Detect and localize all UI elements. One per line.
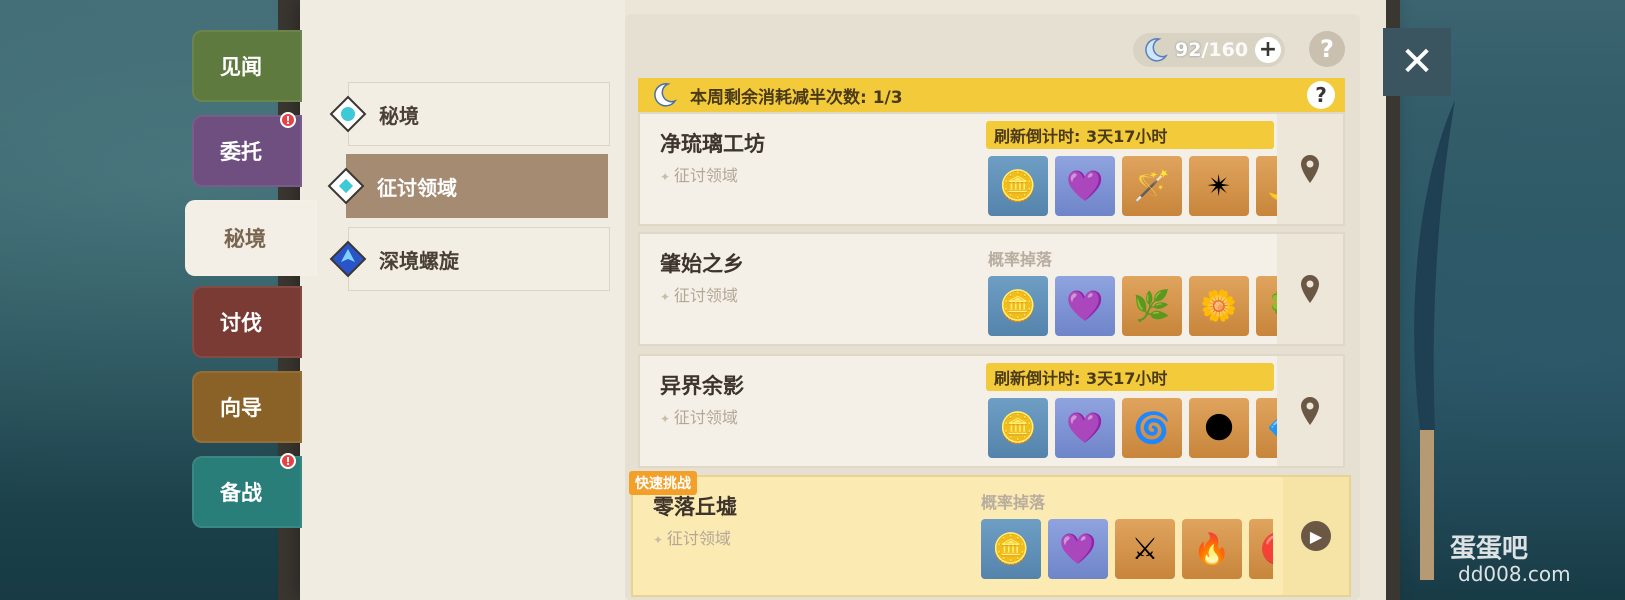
reward-list: 🪙 💜 ⚔ 🔥 🔴	[981, 519, 1273, 581]
companionship-exp-icon: 💜	[1055, 276, 1115, 336]
reward-list: 🪙 💜 🌿 🌼 🍀	[988, 276, 1280, 338]
notification-badge: !	[280, 453, 296, 469]
material-icon: 🌀	[1122, 398, 1182, 458]
location-pin-icon	[1301, 275, 1319, 303]
weekly-discount-banner: 本周剩余消耗减半次数: 1/3 ?	[638, 78, 1345, 112]
material-icon: 🌿	[1122, 276, 1182, 336]
material-icon: ⚔	[1115, 519, 1175, 579]
tab-label: 向导	[220, 396, 262, 420]
menu-item-label: 深境螺旋	[379, 248, 459, 273]
companionship-exp-icon: 💜	[1055, 398, 1115, 458]
notification-badge: !	[280, 112, 296, 128]
domain-card[interactable]: 肇始之乡 征讨领域 概率掉落 🪙 💜 🌿 🌼 🍀	[638, 232, 1345, 346]
tab-label: 备战	[220, 481, 262, 505]
resin-separator: /	[1201, 39, 1209, 61]
domain-card[interactable]: 净琉璃工坊 征讨领域 刷新倒计时: 3天17小时 🪙 💜 🪄 ✴ 🌙	[638, 112, 1345, 226]
material-icon: 🌑	[1189, 398, 1249, 458]
resin-counter: 92 / 160 +	[1133, 33, 1285, 67]
tab-domains[interactable]: 秘境	[185, 200, 317, 276]
menu-item-domains[interactable]: 秘境	[329, 82, 610, 146]
resin-max: 160	[1208, 39, 1249, 61]
domain-type: 征讨领域	[660, 404, 738, 428]
material-icon: 🔥	[1182, 519, 1242, 579]
watermark-brand: 蛋蛋吧	[1450, 534, 1529, 564]
original-resin-icon	[654, 83, 678, 107]
domain-card[interactable]: 异界余影 征讨领域 刷新倒计时: 3天17小时 🪙 💜 🌀 🌑 🔷	[638, 354, 1345, 468]
trounce-diamond-icon	[327, 167, 365, 205]
companionship-exp-icon: 💜	[1055, 156, 1115, 216]
domain-type: 征讨领域	[653, 525, 731, 549]
tab-label: 委托	[220, 140, 262, 164]
navigate-button[interactable]	[1277, 356, 1343, 466]
spiral-abyss-icon	[329, 240, 367, 278]
feather-quill-decoration	[1414, 100, 1455, 580]
domain-type: 征讨领域	[660, 162, 738, 186]
domain-diamond-icon	[329, 95, 367, 133]
domain-card[interactable]: 快速挑战 零落丘墟 征讨领域 概率掉落 🪙 💜 ⚔ 🔥 🔴 ▶	[629, 471, 1351, 597]
tab-guide[interactable]: 向导	[192, 371, 302, 443]
domain-name: 净琉璃工坊	[660, 132, 765, 156]
domain-name: 零落丘墟	[653, 495, 737, 519]
domain-name: 肇始之乡	[660, 252, 744, 276]
menu-item-label: 秘境	[379, 103, 419, 128]
mora-coin-icon: 🪙	[988, 156, 1048, 216]
tab-label: 秘境	[224, 227, 266, 251]
reward-list: 🪙 💜 🪄 ✴ 🌙	[988, 156, 1280, 218]
menu-item-trounce-domains[interactable]: 征讨领域	[327, 154, 608, 218]
location-pin-icon	[1301, 155, 1319, 183]
play-icon: ▶	[1301, 521, 1331, 551]
banner-text: 本周剩余消耗减半次数: 1/3	[690, 87, 903, 108]
resin-current: 92	[1175, 39, 1202, 61]
material-icon: 🔴	[1249, 519, 1273, 579]
menu-item-spiral-abyss[interactable]: 深境螺旋	[329, 227, 610, 291]
close-button[interactable]: ✕	[1383, 28, 1451, 96]
drop-chance-label: 概率掉落	[988, 250, 1053, 269]
original-resin-icon	[1145, 38, 1169, 62]
material-icon: 🌼	[1189, 276, 1249, 336]
tab-archive[interactable]: 见闻	[192, 30, 302, 102]
watermark-url: dd008.com	[1458, 562, 1571, 586]
help-button[interactable]: ?	[1309, 31, 1345, 67]
material-icon: 🪄	[1122, 156, 1182, 216]
companionship-exp-icon: 💜	[1048, 519, 1108, 579]
mora-coin-icon: 🪙	[988, 276, 1048, 336]
drop-chance-label: 概率掉落	[981, 493, 1046, 512]
location-pin-icon	[1301, 397, 1319, 425]
domain-name: 异界余影	[660, 374, 744, 398]
add-resin-button[interactable]: +	[1255, 37, 1281, 63]
navigate-button[interactable]	[1277, 234, 1343, 344]
banner-help-button[interactable]: ?	[1307, 81, 1335, 109]
refresh-timer: 刷新倒计时: 3天17小时	[986, 121, 1274, 149]
mora-coin-icon: 🪙	[988, 398, 1048, 458]
domain-type: 征讨领域	[660, 282, 738, 306]
tab-bosses[interactable]: 讨伐	[192, 286, 302, 358]
navigate-button[interactable]	[1277, 114, 1343, 224]
tab-label: 讨伐	[220, 311, 262, 335]
mora-coin-icon: 🪙	[981, 519, 1041, 579]
refresh-timer: 刷新倒计时: 3天17小时	[986, 363, 1274, 391]
quick-challenge-button[interactable]: ▶	[1283, 477, 1349, 595]
reward-list: 🪙 💜 🌀 🌑 🔷	[988, 398, 1280, 460]
material-icon: ✴	[1189, 156, 1249, 216]
tab-label: 见闻	[220, 55, 262, 79]
menu-item-label: 征讨领域	[377, 175, 457, 200]
